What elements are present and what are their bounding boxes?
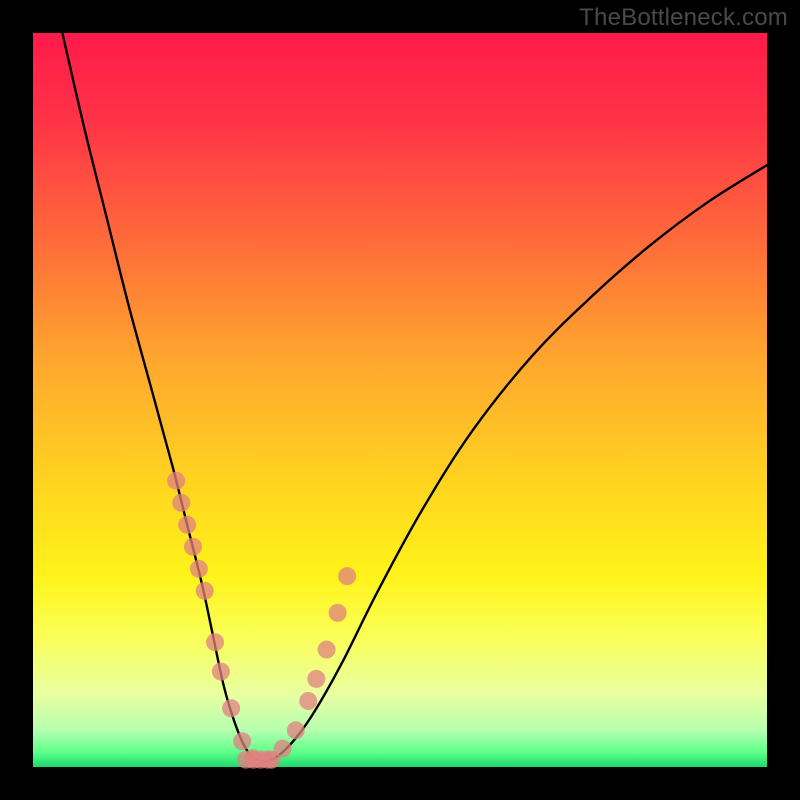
data-marker — [274, 740, 292, 758]
plot-background — [33, 33, 767, 767]
data-marker — [172, 494, 190, 512]
data-marker — [233, 732, 251, 750]
bottom-fill-markers — [237, 751, 277, 769]
data-marker — [338, 567, 356, 585]
data-marker — [329, 604, 347, 622]
chart-container: TheBottleneck.com — [0, 0, 800, 800]
data-marker — [299, 692, 317, 710]
data-marker — [196, 582, 214, 600]
data-marker — [287, 721, 305, 739]
bottleneck-chart — [0, 0, 800, 800]
data-marker — [167, 472, 185, 490]
data-marker — [259, 751, 277, 769]
watermark-text: TheBottleneck.com — [579, 4, 788, 32]
data-marker — [178, 516, 196, 534]
data-marker — [206, 633, 224, 651]
data-marker — [307, 670, 325, 688]
data-marker — [318, 641, 336, 659]
data-marker — [212, 663, 230, 681]
data-marker — [184, 538, 202, 556]
data-marker — [222, 699, 240, 717]
data-marker — [190, 560, 208, 578]
